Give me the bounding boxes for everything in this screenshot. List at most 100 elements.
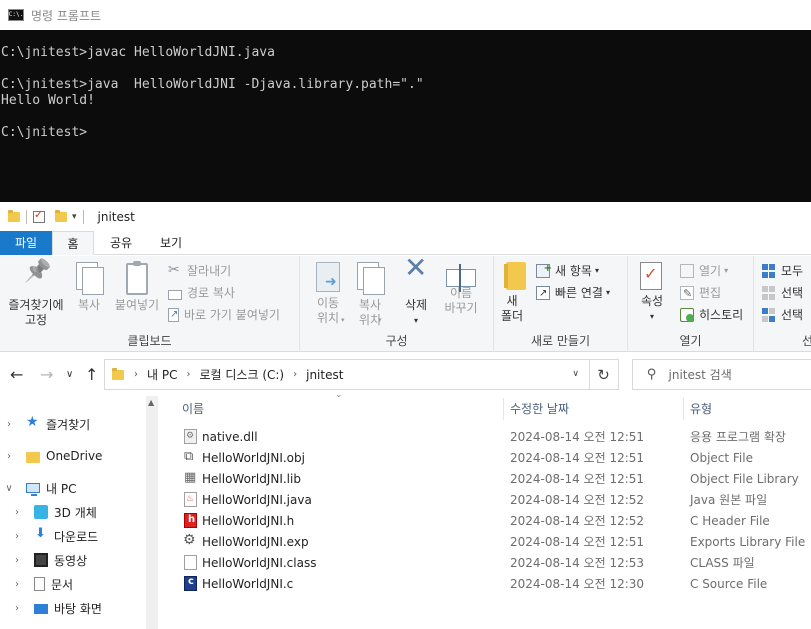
pc-icon <box>26 483 40 496</box>
up-arrow-icon[interactable]: ↑ <box>85 365 98 384</box>
file-row[interactable]: HelloWorldJNI.exp 2024-08-14 오전 12:51 Ex… <box>160 531 811 552</box>
delete-x-icon <box>400 260 432 294</box>
refresh-button[interactable]: ↻ <box>589 359 619 390</box>
nav-item-label: OneDrive <box>46 449 103 463</box>
breadcrumb-local-disk[interactable]: 로컬 디스크 (C:) <box>199 366 284 383</box>
file-row[interactable]: HelloWorldJNI.c 2024-08-14 오전 12:30 C So… <box>160 573 811 594</box>
expand-chevron-icon[interactable]: › <box>12 507 22 518</box>
collapse-chevron-icon[interactable]: ∨ <box>4 483 14 494</box>
tab-view[interactable]: 보기 <box>148 231 194 255</box>
file-list[interactable]: ⌄ 이름 수정한 날짜 유형 native.dll 2024-08-14 오전 … <box>160 390 811 629</box>
forward-arrow-icon[interactable]: → <box>40 365 53 384</box>
file-row[interactable]: HelloWorldJNI.obj 2024-08-14 오전 12:51 Ob… <box>160 447 811 468</box>
expand-chevron-icon[interactable]: › <box>12 531 22 542</box>
paste-label: 붙여넣기 <box>114 298 160 312</box>
invert-selection-button[interactable]: 선택 <box>762 305 803 325</box>
easy-access-button[interactable]: 빠른 연결 ▾ <box>536 283 610 304</box>
console-output[interactable]: C:\jnitest>javac HelloWorldJNI.java C:\j… <box>0 30 811 202</box>
tab-file[interactable]: 파일 <box>0 231 52 255</box>
nav-item-videos[interactable]: › 동영상 <box>12 549 87 571</box>
delete-dropdown-icon[interactable]: ▾ <box>398 313 434 328</box>
search-input[interactable]: ⚲ jnitest 검색 <box>632 359 811 390</box>
new-folder-label: 새 폴더 <box>500 294 524 323</box>
select-none-button[interactable]: 선택 <box>762 283 803 303</box>
tab-home[interactable]: 홈 <box>52 231 94 255</box>
file-row[interactable]: HelloWorldJNI.lib 2024-08-14 오전 12:51 Ob… <box>160 468 811 489</box>
breadcrumb-chevron-icon[interactable]: › <box>293 369 297 380</box>
rename-button[interactable]: 이름 바꾸기 <box>440 262 482 316</box>
recent-locations-chevron-icon[interactable]: ∨ <box>66 369 73 380</box>
column-header-type[interactable]: 유형 <box>685 396 811 422</box>
nav-item-quick-access[interactable]: › 즐겨찾기 <box>4 413 90 435</box>
nav-item-desktop[interactable]: › 바탕 화면 <box>12 597 102 619</box>
new-folder-button[interactable]: 새 폴더 <box>498 262 526 324</box>
tab-share[interactable]: 공유 <box>94 231 148 255</box>
copy-to-dropdown-icon[interactable]: ▾ <box>378 316 382 324</box>
move-to-dropdown-icon[interactable]: ▾ <box>341 316 345 324</box>
new-folder-icon[interactable] <box>55 210 67 222</box>
file-row[interactable]: HelloWorldJNI.java 2024-08-14 오전 12:52 J… <box>160 489 811 510</box>
properties-check-icon[interactable] <box>33 208 45 223</box>
select-all-button[interactable]: 모두 <box>762 261 803 281</box>
breadcrumb-chevron-icon[interactable]: › <box>134 369 138 380</box>
file-row[interactable]: HelloWorldJNI.class 2024-08-14 오전 12:53 … <box>160 552 811 573</box>
address-history-chevron-icon[interactable]: ∨ <box>572 369 579 379</box>
paste-shortcut-button[interactable]: 바로 가기 붙여넣기 <box>168 305 280 325</box>
new-item-label: 새 항목 <box>555 264 592 278</box>
file-row[interactable]: native.dll 2024-08-14 오전 12:51 응용 프로그램 확… <box>160 426 811 447</box>
paste-button[interactable]: 붙여넣기 <box>112 261 162 313</box>
address-bar[interactable]: › 내 PC › 로컬 디스크 (C:) › jnitest ∨ <box>104 359 590 390</box>
exp-icon <box>183 532 197 549</box>
history-button[interactable]: 히스토리 <box>680 305 743 325</box>
expand-chevron-icon[interactable]: › <box>12 555 22 566</box>
console-line: Hello World! <box>1 93 95 108</box>
breadcrumb-this-pc[interactable]: 내 PC <box>147 366 177 383</box>
properties-dropdown-icon[interactable]: ▾ <box>634 309 670 324</box>
back-arrow-icon[interactable]: ← <box>10 365 23 384</box>
delete-button[interactable]: 삭제 ▾ <box>398 260 434 328</box>
paste-shortcut-label: 바로 가기 붙여넣기 <box>184 308 280 322</box>
nav-item-downloads[interactable]: › 다운로드 <box>12 525 98 547</box>
column-header-date[interactable]: 수정한 날짜 <box>505 396 683 422</box>
java-icon <box>184 492 197 507</box>
open-button[interactable]: 열기 ▾ <box>680 261 728 281</box>
nav-item-documents[interactable]: › 문서 <box>12 573 73 595</box>
console-window-title: 명령 프롬프트 <box>31 8 102 23</box>
copy-to-button[interactable]: 복사 위치 <box>350 262 390 328</box>
copy-icon <box>76 262 104 295</box>
organize-group-label: 구성 <box>385 334 408 348</box>
select-all-label: 모두 <box>781 264 804 278</box>
breadcrumb-jnitest[interactable]: jnitest <box>306 368 343 382</box>
properties-button[interactable]: 속성 ▾ <box>634 262 670 324</box>
expand-chevron-icon[interactable]: › <box>4 419 14 430</box>
nav-item-this-pc[interactable]: ∨ 내 PC <box>4 477 76 499</box>
file-date: 2024-08-14 오전 12:52 <box>510 514 645 528</box>
copy-button[interactable]: 복사 <box>72 262 106 313</box>
scroll-up-arrow-icon[interactable]: ▲ <box>148 398 154 407</box>
nav-item-onedrive[interactable]: › OneDrive <box>4 445 102 467</box>
column-divider[interactable] <box>683 398 684 420</box>
column-header-name[interactable]: 이름 <box>177 396 502 422</box>
file-row[interactable]: HelloWorldJNI.h 2024-08-14 오전 12:52 C He… <box>160 510 811 531</box>
folder-icon[interactable] <box>8 210 20 222</box>
cut-button[interactable]: 잘라내기 <box>168 260 231 281</box>
pin-icon <box>20 262 52 294</box>
console-titlebar[interactable]: C:\. 명령 프롬프트 <box>0 0 811 30</box>
nav-item-3d-objects[interactable]: › 3D 개체 <box>12 501 97 523</box>
navigation-scrollbar[interactable]: ▲ <box>146 396 158 629</box>
clipboard-group: 즐겨찾기에 고정 복사 붙여넣기 잘라내기 경로 복사 바로 가기 붙여넣기 클… <box>0 256 300 352</box>
new-group: 새 폴더 새 항목 ▾ 빠른 연결 ▾ 새로 만들기 <box>494 256 628 352</box>
edit-button[interactable]: 편집 <box>680 283 721 304</box>
new-item-button[interactable]: 새 항목 ▾ <box>536 259 599 281</box>
class-icon <box>184 555 197 570</box>
breadcrumb-chevron-icon[interactable]: › <box>186 369 190 380</box>
copy-path-button[interactable]: 경로 복사 <box>168 283 235 303</box>
file-type: Java 원본 파일 <box>690 493 768 507</box>
customize-toolbar-chevron-icon[interactable]: ▾ <box>72 212 77 222</box>
column-divider[interactable] <box>503 398 504 420</box>
expand-chevron-icon[interactable]: › <box>12 603 22 614</box>
pin-to-quick-access-button[interactable]: 즐겨찾기에 고정 <box>4 262 68 328</box>
expand-chevron-icon[interactable]: › <box>4 451 14 462</box>
expand-chevron-icon[interactable]: › <box>12 579 22 590</box>
navigation-pane[interactable]: › 즐겨찾기 › OneDrive ∨ 내 PC › 3D 개체 › 다운로드 … <box>0 396 146 629</box>
